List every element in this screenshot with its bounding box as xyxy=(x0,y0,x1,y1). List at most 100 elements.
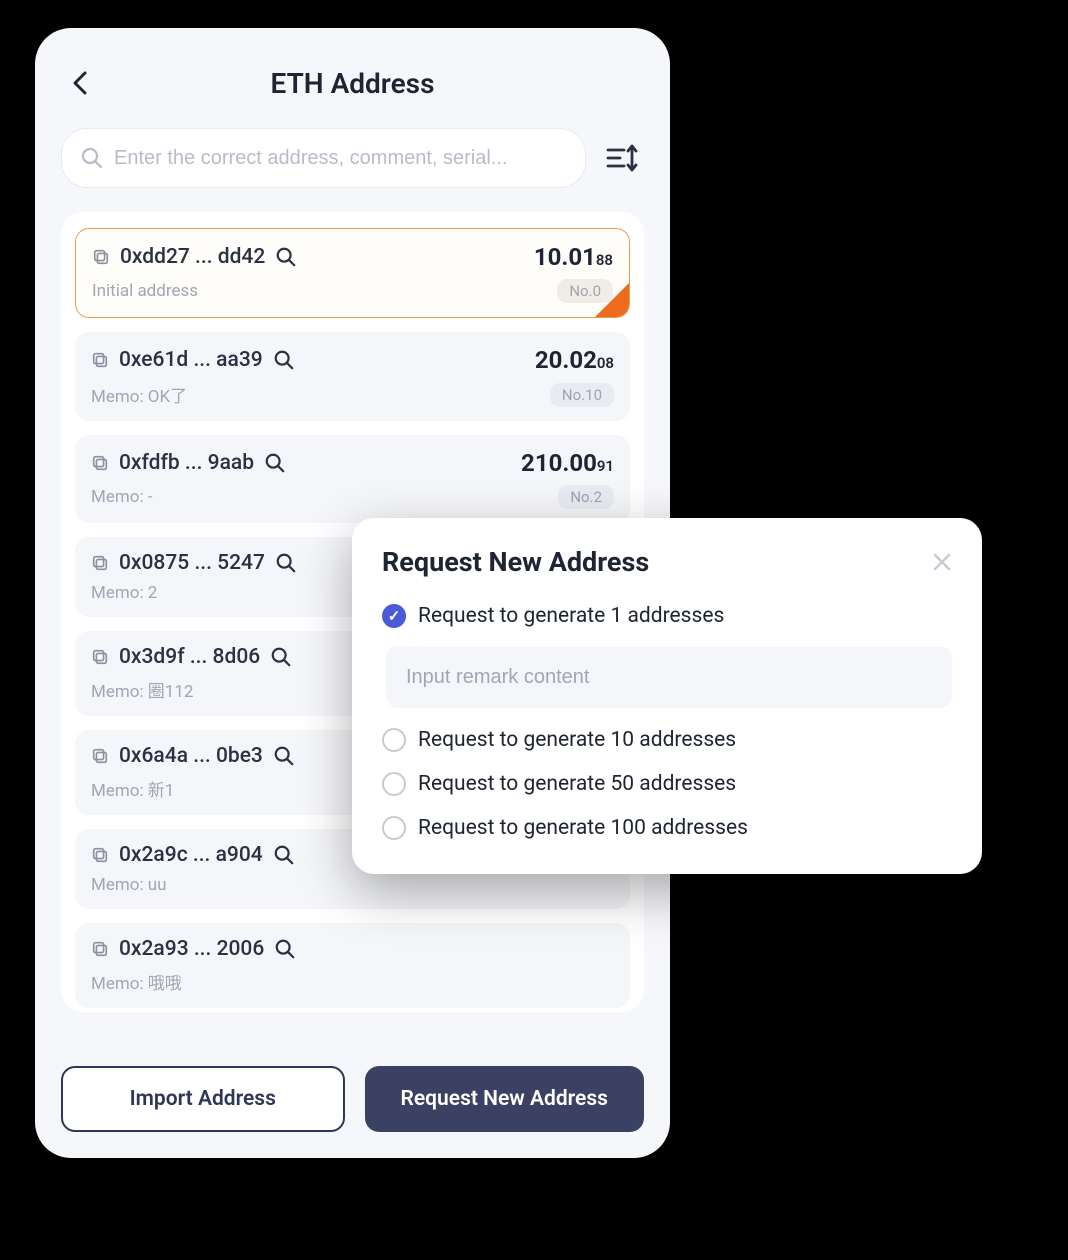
address-row-top: 0xdd27 ... dd42 10.0188 xyxy=(92,243,613,271)
magnify-icon xyxy=(264,452,286,474)
view-address-button[interactable] xyxy=(273,349,295,371)
address-memo: Memo: 哦哦 xyxy=(91,969,182,994)
copy-address-button[interactable] xyxy=(91,747,109,765)
search-box[interactable] xyxy=(61,128,586,188)
remark-input[interactable] xyxy=(386,646,952,708)
view-address-button[interactable] xyxy=(270,646,292,668)
generate-option[interactable]: Request to generate 100 addresses xyxy=(382,816,952,840)
copy-address-button[interactable] xyxy=(91,846,109,864)
request-new-address-modal: Request New Address Request to generate … xyxy=(352,518,982,874)
balance-int: 210.00 xyxy=(521,449,597,477)
close-icon xyxy=(932,552,952,572)
page-title: ETH Address xyxy=(271,67,435,100)
option-label: Request to generate 1 addresses xyxy=(418,604,724,628)
address-row-bottom: Memo: uu xyxy=(91,875,614,895)
copy-address-button[interactable] xyxy=(91,940,109,958)
generate-option[interactable]: Request to generate 50 addresses xyxy=(382,772,952,796)
address-memo: Memo: - xyxy=(91,487,153,507)
address-short: 0x0875 ... 5247 xyxy=(119,551,265,575)
address-number-badge: No.10 xyxy=(550,383,614,407)
address-short: 0x6a4a ... 0be3 xyxy=(119,744,263,768)
sort-icon xyxy=(606,143,638,173)
copy-address-button[interactable] xyxy=(91,554,109,572)
address-row-bottom: Memo: OK了 No.10 xyxy=(91,382,614,407)
view-address-button[interactable] xyxy=(264,452,286,474)
address-card[interactable]: 0x2a93 ... 2006 Memo: 哦哦 xyxy=(75,923,630,1008)
search-row xyxy=(61,128,644,188)
view-address-button[interactable] xyxy=(273,844,295,866)
address-row-top: 0xfdfb ... 9aab 210.0091 xyxy=(91,449,614,477)
sort-button[interactable] xyxy=(600,136,644,180)
address-left: 0xdd27 ... dd42 xyxy=(92,245,297,269)
view-address-button[interactable] xyxy=(275,552,297,574)
address-row-bottom: Memo: 哦哦 xyxy=(91,969,614,994)
option-label: Request to generate 100 addresses xyxy=(418,816,748,840)
address-left: 0x0875 ... 5247 xyxy=(91,551,297,575)
address-memo: Memo: 新1 xyxy=(91,776,174,801)
chevron-left-icon xyxy=(71,69,91,97)
address-short: 0xdd27 ... dd42 xyxy=(120,245,265,269)
magnify-icon xyxy=(275,552,297,574)
back-button[interactable] xyxy=(63,65,99,101)
address-balance: 20.0208 xyxy=(535,346,614,374)
copy-address-button[interactable] xyxy=(91,648,109,666)
address-balance: 210.0091 xyxy=(521,449,614,477)
modal-close-button[interactable] xyxy=(932,552,952,572)
balance-dec: 08 xyxy=(597,354,614,372)
address-card[interactable]: 0xdd27 ... dd42 10.0188 Initial addressNo.… xyxy=(75,228,630,318)
address-short: 0xe61d ... aa39 xyxy=(119,348,263,372)
address-balance: 10.0188 xyxy=(534,243,613,271)
address-left: 0x6a4a ... 0be3 xyxy=(91,744,295,768)
radio-unchecked-icon[interactable] xyxy=(382,772,406,796)
address-left: 0xfdfb ... 9aab xyxy=(91,451,286,475)
magnify-icon xyxy=(273,349,295,371)
bottom-bar: Import Address Request New Address xyxy=(61,1066,644,1132)
address-short: 0x2a93 ... 2006 xyxy=(119,937,264,961)
copy-address-button[interactable] xyxy=(91,351,109,369)
generate-option[interactable]: Request to generate 1 addresses xyxy=(382,604,952,628)
address-short: 0xfdfb ... 9aab xyxy=(119,451,254,475)
copy-icon xyxy=(91,454,109,472)
balance-dec: 91 xyxy=(597,457,614,475)
copy-icon xyxy=(92,248,110,266)
address-number-badge: No.2 xyxy=(558,485,614,509)
magnify-icon xyxy=(274,938,296,960)
address-short: 0x3d9f ... 8d06 xyxy=(119,645,260,669)
header: ETH Address xyxy=(61,50,644,116)
magnify-icon xyxy=(273,745,295,767)
address-row-bottom: Initial addressNo.0 xyxy=(92,279,613,303)
copy-address-button[interactable] xyxy=(91,454,109,472)
address-short: 0x2a9c ... a904 xyxy=(119,843,263,867)
address-memo: Memo: OK了 xyxy=(91,382,187,407)
copy-icon xyxy=(91,846,109,864)
copy-icon xyxy=(91,351,109,369)
import-address-button[interactable]: Import Address xyxy=(61,1066,345,1132)
radio-checked-icon[interactable] xyxy=(382,604,406,628)
magnify-icon xyxy=(270,646,292,668)
copy-address-button[interactable] xyxy=(92,248,110,266)
address-memo: Memo: 2 xyxy=(91,583,157,603)
magnify-icon xyxy=(273,844,295,866)
address-left: 0x2a9c ... a904 xyxy=(91,843,295,867)
balance-int: 10.01 xyxy=(534,243,596,271)
address-row-top: 0xe61d ... aa39 20.0208 xyxy=(91,346,614,374)
address-memo: Memo: 圈112 xyxy=(91,677,193,702)
view-address-button[interactable] xyxy=(274,938,296,960)
search-input[interactable] xyxy=(114,147,567,170)
address-card[interactable]: 0xe61d ... aa39 20.0208 Memo: OK了 No.10 xyxy=(75,332,630,421)
magnify-icon xyxy=(275,246,297,268)
copy-icon xyxy=(91,554,109,572)
generate-option[interactable]: Request to generate 10 addresses xyxy=(382,728,952,752)
request-new-address-button[interactable]: Request New Address xyxy=(365,1066,645,1132)
balance-dec: 88 xyxy=(596,251,613,269)
radio-unchecked-icon[interactable] xyxy=(382,816,406,840)
modal-title: Request New Address xyxy=(382,546,649,578)
copy-icon xyxy=(91,648,109,666)
address-card[interactable]: 0xfdfb ... 9aab 210.0091 Memo: - No.2 xyxy=(75,435,630,523)
view-address-button[interactable] xyxy=(273,745,295,767)
radio-unchecked-icon[interactable] xyxy=(382,728,406,752)
view-address-button[interactable] xyxy=(275,246,297,268)
address-left: 0x2a93 ... 2006 xyxy=(91,937,296,961)
address-memo: Initial address xyxy=(92,281,198,301)
address-row-bottom: Memo: - No.2 xyxy=(91,485,614,509)
